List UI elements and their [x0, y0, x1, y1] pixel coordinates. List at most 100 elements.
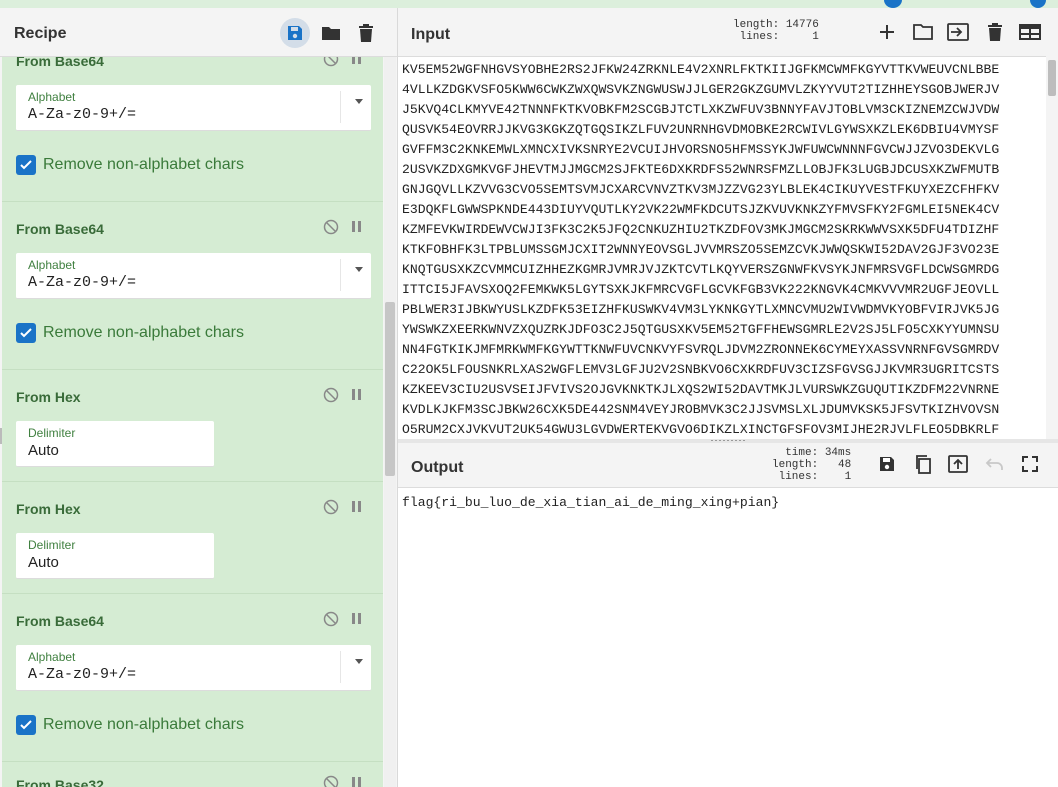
- load-recipe-button[interactable]: [316, 18, 346, 48]
- operation-controls: [323, 219, 363, 235]
- operation-name: From Hex: [16, 389, 81, 405]
- field-value: Auto: [28, 554, 59, 571]
- reset-layout-button[interactable]: [1017, 19, 1043, 45]
- disable-icon[interactable]: [323, 775, 339, 787]
- open-file-button[interactable]: [910, 19, 936, 45]
- disable-icon[interactable]: [323, 499, 339, 515]
- remove-non-alphabet-checkbox[interactable]: Remove non-alphabet chars: [16, 155, 244, 175]
- operation-from-base64[interactable]: From Base64 Alphabet A-Za-z0-9+/= Remove…: [2, 49, 383, 202]
- alphabet-select[interactable]: Alphabet A-Za-z0-9+/=: [16, 645, 371, 691]
- plus-icon: [880, 25, 894, 39]
- checkbox-checked-icon[interactable]: [16, 323, 36, 343]
- folder-open-icon: [913, 24, 933, 40]
- scrollbar-thumb[interactable]: [1048, 60, 1056, 96]
- input-line: ITTCI5JFAVSXOQ2FEMKWK5LGYTSXKJKFMRCVGFLG…: [402, 282, 1000, 297]
- select-divider: [340, 651, 341, 683]
- pause-icon[interactable]: [351, 387, 363, 403]
- chevron-down-icon[interactable]: [355, 659, 363, 664]
- operation-from-base64[interactable]: From Base64 Alphabet A-Za-z0-9+/= Remove…: [2, 202, 383, 370]
- chevron-down-icon[interactable]: [355, 267, 363, 272]
- delimiter-field[interactable]: Delimiter Auto: [16, 533, 214, 579]
- save-recipe-button[interactable]: [280, 18, 310, 48]
- input-line: NN4FGTKIKJMFMRKWMFKGYWTTKNWFUVCNKVYFSVRQ…: [402, 342, 1000, 357]
- info-icon[interactable]: [1030, 0, 1046, 8]
- output-time-value: 34ms: [824, 447, 852, 459]
- pause-icon[interactable]: [351, 499, 363, 515]
- disable-icon[interactable]: [323, 387, 339, 403]
- input-panel: Input length: 14776 lines: 1 KV5EM52WGFN…: [398, 8, 1058, 439]
- pause-icon[interactable]: [351, 219, 363, 235]
- clear-recipe-button[interactable]: [351, 18, 381, 48]
- field-value: A-Za-z0-9+/=: [28, 666, 137, 683]
- operation-from-hex[interactable]: From Hex Delimiter Auto: [2, 482, 383, 594]
- length-label: length:: [772, 459, 819, 471]
- length-label: length:: [733, 19, 780, 31]
- input-lines-value: 1: [812, 31, 819, 43]
- recipe-scrollbar[interactable]: [384, 56, 396, 787]
- input-length-value: 14776: [785, 19, 819, 31]
- pause-icon[interactable]: [351, 611, 363, 627]
- options-icon[interactable]: [884, 0, 902, 8]
- pause-icon[interactable]: [351, 775, 363, 787]
- delimiter-field[interactable]: Delimiter Auto: [16, 421, 214, 467]
- checkbox-label: Remove non-alphabet chars: [43, 716, 245, 733]
- alphabet-select[interactable]: Alphabet A-Za-z0-9+/=: [16, 253, 371, 299]
- lines-label: lines:: [778, 471, 819, 483]
- undo-icon: [985, 458, 1003, 470]
- operation-from-hex[interactable]: From Hex Delimiter Auto: [2, 370, 383, 482]
- field-label: Delimiter: [28, 426, 76, 440]
- resize-handle-icon[interactable]: [710, 439, 746, 442]
- operation-name: From Base32: [16, 777, 104, 787]
- output-title: Output: [411, 459, 464, 476]
- operation-from-base64[interactable]: From Base64 Alphabet A-Za-z0-9+/= Remove…: [2, 594, 383, 762]
- input-header: Input length: 14776 lines: 1: [398, 8, 1058, 57]
- layout-icon: [1019, 24, 1041, 40]
- output-header: Output time: 34ms length: 48 lines: 1: [398, 443, 1058, 488]
- operation-from-base32[interactable]: From Base32: [2, 762, 383, 787]
- input-line: O5RUM2CXJVKVUT2UK54GWU3LGVDWERTEKVGVO6DI…: [402, 422, 1000, 436]
- input-line: KVDLKJKFM3SCJBKW26CXK5DE442SNM4VEYJROBMV…: [402, 402, 1000, 417]
- checkbox-checked-icon[interactable]: [16, 155, 36, 175]
- output-text[interactable]: flag{ri_bu_luo_de_xia_tian_ai_de_ming_xi…: [402, 495, 779, 510]
- clear-input-button[interactable]: [982, 19, 1008, 45]
- checkbox-label: Remove non-alphabet chars: [43, 156, 245, 173]
- input-line: 2USVKZDXGMKVGFJHEVTMJJMGCM2SJFKTE6DXKRDF…: [402, 162, 1000, 177]
- chevron-down-icon[interactable]: [355, 99, 363, 104]
- input-line: KTKFOBHFK3LTPBLUMSSGMJCXIT2WNNYEOVSGLJVV…: [402, 242, 1000, 257]
- undo-button[interactable]: [982, 451, 1008, 477]
- select-divider: [340, 259, 341, 291]
- save-output-button[interactable]: [874, 451, 900, 477]
- input-title: Input: [411, 26, 451, 43]
- copy-output-button[interactable]: [910, 451, 936, 477]
- checkbox-checked-icon[interactable]: [16, 715, 36, 735]
- remove-non-alphabet-checkbox[interactable]: Remove non-alphabet chars: [16, 323, 244, 343]
- input-scrollbar[interactable]: [1046, 56, 1058, 439]
- input-line: KZKEEV3CIU2USVSEIJFVIVS2OJGVKNKTKJLXQS2W…: [402, 382, 1000, 397]
- panel-edge-marker: [0, 428, 2, 444]
- maximise-output-button[interactable]: [1017, 451, 1043, 477]
- output-stats: time: 34ms length: 48 lines: 1: [772, 447, 851, 483]
- replace-input-button[interactable]: [945, 451, 971, 477]
- remove-non-alphabet-checkbox[interactable]: Remove non-alphabet chars: [16, 715, 244, 735]
- operation-controls: [323, 499, 363, 515]
- copy-icon: [916, 455, 931, 474]
- save-icon: [288, 26, 302, 40]
- field-label: Delimiter: [28, 538, 76, 552]
- trash-icon: [359, 24, 373, 42]
- open-folder-button[interactable]: [945, 19, 971, 45]
- operation-controls: [323, 387, 363, 403]
- input-line: C22OK5LFOUSNKRLXAS2WGFLEMV3LGFJU2V2SNBKV…: [402, 362, 1000, 377]
- add-input-button[interactable]: [874, 19, 900, 45]
- disable-icon[interactable]: [323, 219, 339, 235]
- output-lines-value: 1: [844, 471, 852, 483]
- input-stats: length: 14776 lines: 1: [733, 19, 819, 43]
- disable-icon[interactable]: [323, 611, 339, 627]
- input-textarea[interactable]: KV5EM52WGFNHGVSYOBHE2RS2JFKW24ZRKNLE4V2X…: [402, 60, 1042, 436]
- alphabet-select[interactable]: Alphabet A-Za-z0-9+/=: [16, 85, 371, 131]
- trash-icon: [988, 23, 1002, 41]
- output-to-input-icon: [948, 455, 968, 473]
- input-line: J5KVQ4CLKMYVE42TNNNFKTKVOBKFM2SCGBJTCTLX…: [402, 102, 1000, 117]
- scrollbar-thumb[interactable]: [385, 302, 395, 476]
- input-line: KNQTGUSXKZCVMMCUIZHHEZKGMRJVMRJVJZKTCVTL…: [402, 262, 1000, 277]
- folder-icon: [322, 27, 340, 40]
